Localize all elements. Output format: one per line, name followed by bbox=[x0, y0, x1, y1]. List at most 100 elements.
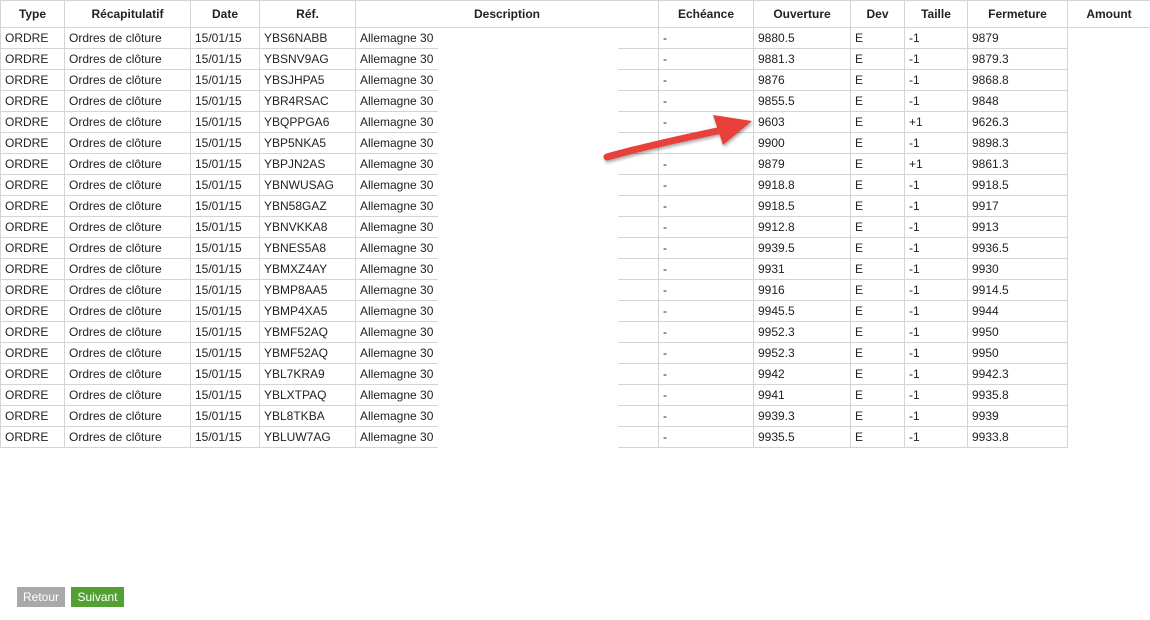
cell-size: -1 bbox=[904, 279, 968, 301]
table-row[interactable]: ORDRE Ordres de clôture 15/01/15 YBN58GAZ Al… bbox=[0, 195, 1150, 217]
cell-close: 9879 bbox=[967, 27, 1068, 49]
cell-description-text: Allemagne 30 bbox=[360, 178, 434, 192]
cell-currency: E bbox=[850, 27, 905, 49]
cell-expiry: - bbox=[658, 363, 754, 385]
cell-expiry: - bbox=[658, 174, 754, 196]
col-header-date[interactable]: Date bbox=[190, 0, 260, 28]
cell-summary: Ordres de clôture bbox=[64, 363, 191, 385]
cell-currency: E bbox=[850, 90, 905, 112]
cell-expiry: - bbox=[658, 153, 754, 175]
cell-close: 9848 bbox=[967, 90, 1068, 112]
cell-expiry: - bbox=[658, 279, 754, 301]
cell-amount bbox=[1067, 153, 1150, 175]
cell-size: -1 bbox=[904, 174, 968, 196]
cell-summary: Ordres de clôture bbox=[64, 111, 191, 133]
col-header-expiry[interactable]: Echéance bbox=[658, 0, 754, 28]
cell-summary: Ordres de clôture bbox=[64, 405, 191, 427]
cell-expiry: - bbox=[658, 216, 754, 238]
cell-expiry: - bbox=[658, 48, 754, 70]
table-row[interactable]: ORDRE Ordres de clôture 15/01/15 YBNWUSAG Al… bbox=[0, 174, 1150, 196]
cell-expiry: - bbox=[658, 426, 754, 448]
col-header-ref[interactable]: Réf. bbox=[259, 0, 356, 28]
table-row[interactable]: ORDRE Ordres de clôture 15/01/15 YBS6NABB Al… bbox=[0, 27, 1150, 49]
cell-ref: YBMF52AQ bbox=[259, 321, 356, 343]
cell-type: ORDRE bbox=[0, 237, 65, 259]
cell-close: 9950 bbox=[967, 342, 1068, 364]
table-row[interactable]: ORDRE Ordres de clôture 15/01/15 YBQPPGA6 Al… bbox=[0, 111, 1150, 133]
cell-size: +1 bbox=[904, 111, 968, 133]
col-header-amount[interactable]: Amount bbox=[1067, 0, 1150, 28]
cell-summary: Ordres de clôture bbox=[64, 174, 191, 196]
cell-description: Allemagne 30 bbox=[355, 279, 659, 301]
cell-open: 9918.5 bbox=[753, 195, 851, 217]
table-row[interactable]: ORDRE Ordres de clôture 15/01/15 YBSJHPA5 Al… bbox=[0, 69, 1150, 91]
cell-expiry: - bbox=[658, 111, 754, 133]
cell-size: -1 bbox=[904, 342, 968, 364]
cell-close: 9942.3 bbox=[967, 363, 1068, 385]
cell-amount bbox=[1067, 300, 1150, 322]
col-header-summary[interactable]: Récapitulatif bbox=[64, 0, 191, 28]
cell-description: Allemagne 30 bbox=[355, 363, 659, 385]
cell-description-text: Allemagne 30 bbox=[360, 220, 434, 234]
table-row[interactable]: ORDRE Ordres de clôture 15/01/15 YBNES5A8 Al… bbox=[0, 237, 1150, 259]
cell-currency: E bbox=[850, 216, 905, 238]
table-row[interactable]: ORDRE Ordres de clôture 15/01/15 YBLXTPAQ Al… bbox=[0, 384, 1150, 406]
table-row[interactable]: ORDRE Ordres de clôture 15/01/15 YBL7KRA9 Al… bbox=[0, 363, 1150, 385]
table-row[interactable]: ORDRE Ordres de clôture 15/01/15 YBMP8AA5 Al… bbox=[0, 279, 1150, 301]
cell-close: 9950 bbox=[967, 321, 1068, 343]
col-header-close[interactable]: Fermeture bbox=[967, 0, 1068, 28]
table-row[interactable]: ORDRE Ordres de clôture 15/01/15 YBLUW7AG Al… bbox=[0, 426, 1150, 448]
cell-size: -1 bbox=[904, 405, 968, 427]
cell-expiry: - bbox=[658, 195, 754, 217]
cell-summary: Ordres de clôture bbox=[64, 90, 191, 112]
table-row[interactable]: ORDRE Ordres de clôture 15/01/15 YBSNV9AG Al… bbox=[0, 48, 1150, 70]
cell-amount bbox=[1067, 27, 1150, 49]
cell-summary: Ordres de clôture bbox=[64, 132, 191, 154]
cell-date: 15/01/15 bbox=[190, 69, 260, 91]
table-row[interactable]: ORDRE Ordres de clôture 15/01/15 YBL8TKBA Al… bbox=[0, 405, 1150, 427]
row-divider-segment bbox=[356, 446, 438, 448]
cell-date: 15/01/15 bbox=[190, 321, 260, 343]
next-button[interactable]: Suivant bbox=[71, 587, 124, 607]
cell-ref: YBNWUSAG bbox=[259, 174, 356, 196]
col-header-open[interactable]: Ouverture bbox=[753, 0, 851, 28]
table-row[interactable]: ORDRE Ordres de clôture 15/01/15 YBMP4XA5 Al… bbox=[0, 300, 1150, 322]
back-button[interactable]: Retour bbox=[17, 587, 65, 607]
cell-type: ORDRE bbox=[0, 363, 65, 385]
col-header-type[interactable]: Type bbox=[0, 0, 65, 28]
cell-open: 9916 bbox=[753, 279, 851, 301]
table-row[interactable]: ORDRE Ordres de clôture 15/01/15 YBP5NKA5 Al… bbox=[0, 132, 1150, 154]
cell-description: Allemagne 30 bbox=[355, 90, 659, 112]
cell-summary: Ordres de clôture bbox=[64, 195, 191, 217]
cell-size: -1 bbox=[904, 69, 968, 91]
cell-ref: YBSJHPA5 bbox=[259, 69, 356, 91]
cell-open: 9855.5 bbox=[753, 90, 851, 112]
cell-description-text: Allemagne 30 bbox=[360, 409, 434, 423]
cell-type: ORDRE bbox=[0, 69, 65, 91]
col-header-currency[interactable]: Dev bbox=[850, 0, 905, 28]
cell-close: 9918.5 bbox=[967, 174, 1068, 196]
table-row[interactable]: ORDRE Ordres de clôture 15/01/15 YBR4RSAC Al… bbox=[0, 90, 1150, 112]
table-row[interactable]: ORDRE Ordres de clôture 15/01/15 YBMF52AQ Al… bbox=[0, 342, 1150, 364]
cell-type: ORDRE bbox=[0, 258, 65, 280]
cell-close: 9914.5 bbox=[967, 279, 1068, 301]
cell-description: Allemagne 30 bbox=[355, 132, 659, 154]
col-header-description[interactable]: Description bbox=[355, 0, 659, 28]
cell-type: ORDRE bbox=[0, 216, 65, 238]
cell-expiry: - bbox=[658, 132, 754, 154]
cell-type: ORDRE bbox=[0, 27, 65, 49]
cell-open: 9941 bbox=[753, 384, 851, 406]
row-divider-segment bbox=[618, 446, 658, 448]
table-row[interactable]: ORDRE Ordres de clôture 15/01/15 YBNVKKA8 Al… bbox=[0, 216, 1150, 238]
cell-close: 9898.3 bbox=[967, 132, 1068, 154]
table-row[interactable]: ORDRE Ordres de clôture 15/01/15 YBMXZ4AY Al… bbox=[0, 258, 1150, 280]
cell-amount bbox=[1067, 279, 1150, 301]
cell-ref: YBQPPGA6 bbox=[259, 111, 356, 133]
table-row[interactable]: ORDRE Ordres de clôture 15/01/15 YBMF52AQ Al… bbox=[0, 321, 1150, 343]
cell-description: Allemagne 30 bbox=[355, 27, 659, 49]
cell-date: 15/01/15 bbox=[190, 384, 260, 406]
cell-open: 9945.5 bbox=[753, 300, 851, 322]
table-row[interactable]: ORDRE Ordres de clôture 15/01/15 YBPJN2AS Al… bbox=[0, 153, 1150, 175]
col-header-size[interactable]: Taille bbox=[904, 0, 968, 28]
cell-expiry: - bbox=[658, 258, 754, 280]
